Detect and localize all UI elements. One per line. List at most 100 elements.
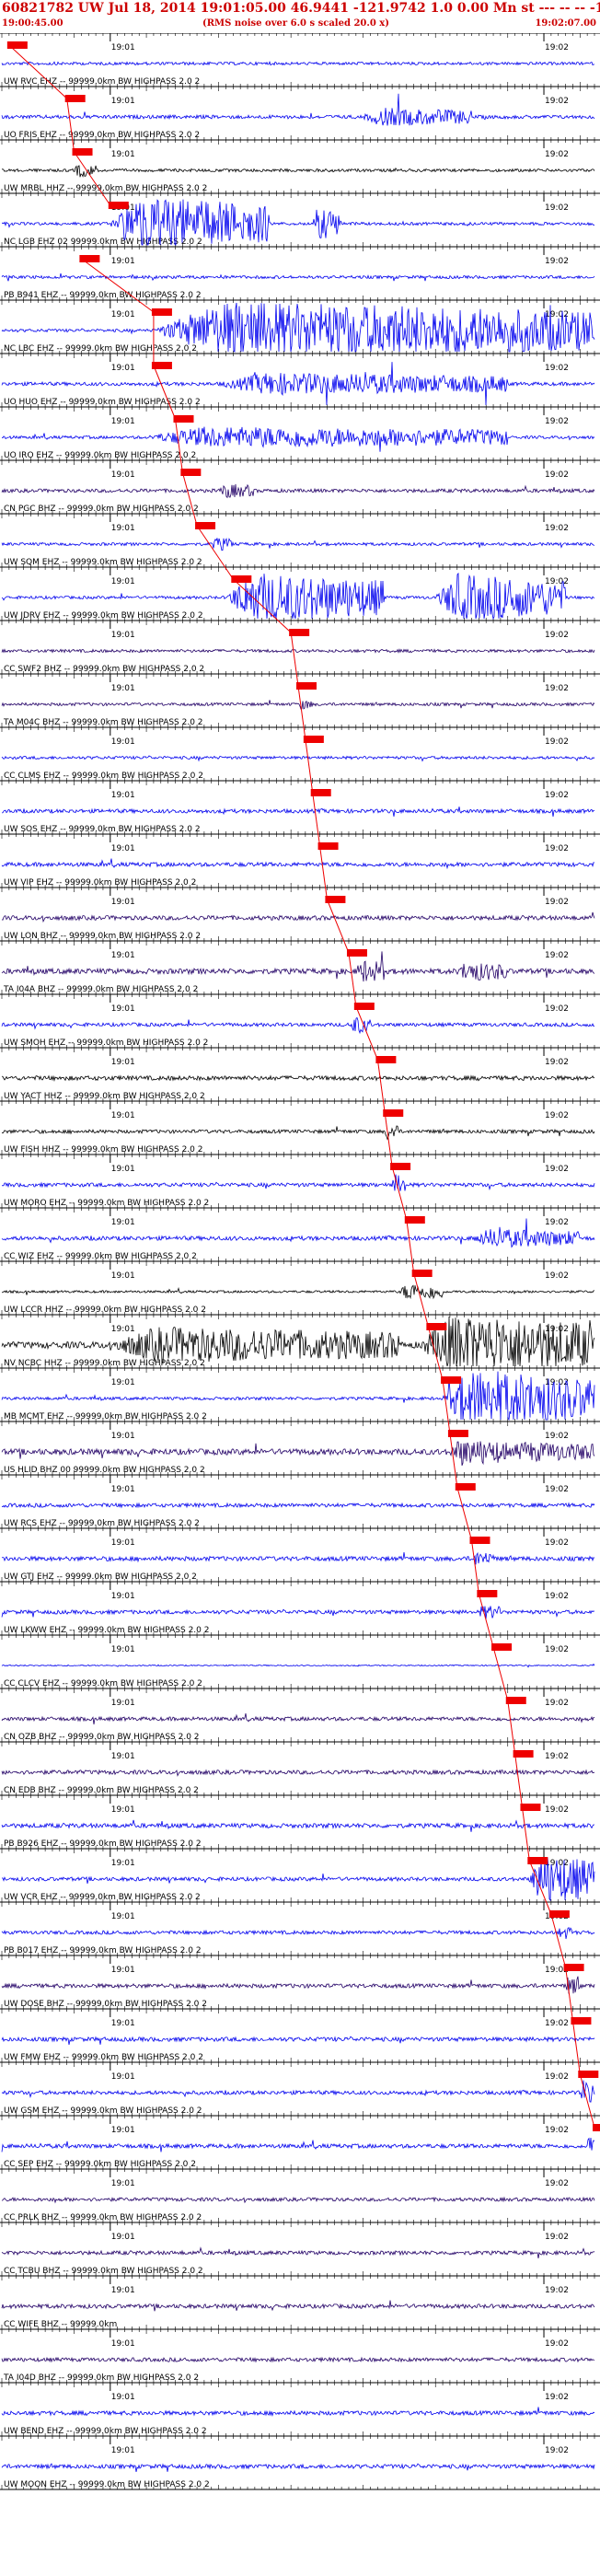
minute-tick-label: 19:02 — [545, 1485, 569, 1494]
trace-label: UW RVC EHZ -- 99999.0km BW HIGHPASS 2.0 … — [4, 77, 200, 87]
minute-tick-label: 19:01 — [111, 1111, 135, 1120]
waveform — [1, 60, 595, 66]
minute-tick-label: 19:01 — [111, 898, 135, 907]
pick-marker — [375, 1056, 397, 1063]
minute-tick-label: 19:02 — [545, 1432, 569, 1441]
minute-tick-label: 19:02 — [545, 470, 569, 480]
pick-marker — [411, 1270, 433, 1277]
trace-label: UW SQM EHZ -- 99999.0km BW HIGHPASS 2.0 … — [4, 558, 202, 567]
minute-tick-label: 19:02 — [545, 524, 569, 533]
pick-marker — [296, 682, 317, 690]
trace-label: CC SWF2 BHZ -- 99999.0km BW HIGHPASS 2.0… — [4, 665, 204, 674]
trace-label: UW LCCR HHZ -- 99999.0km BW HIGHPASS 2.0… — [4, 1305, 206, 1315]
pick-marker — [64, 95, 86, 102]
pick-marker — [317, 842, 339, 850]
minute-tick-label: 19:01 — [111, 684, 135, 693]
minute-tick-label: 19:01 — [111, 1325, 135, 1334]
minute-tick-label: 19:01 — [111, 150, 135, 159]
minute-tick-label: 19:02 — [545, 951, 569, 960]
pick-marker — [426, 1323, 447, 1330]
waveform — [1, 1284, 595, 1300]
waveform — [1, 911, 595, 923]
minute-tick-label: 19:02 — [545, 684, 569, 693]
pick-marker — [173, 415, 194, 423]
minute-tick-label: 19:02 — [545, 97, 569, 106]
minute-tick-label: 19:02 — [545, 1165, 569, 1174]
minute-tick-label: 19:02 — [545, 1218, 569, 1227]
pick-marker — [383, 1109, 404, 1117]
minute-tick-label: 19:02 — [545, 1004, 569, 1014]
trace-label: PB B941 EHZ -- 99999.0km BW HIGHPASS 2.0… — [4, 291, 202, 300]
waveform — [1, 648, 595, 654]
waveform — [1, 538, 595, 551]
waveform — [1, 1174, 595, 1191]
minute-tick-label: 19:02 — [545, 898, 569, 907]
trace-label: UO IRO EHZ -- 99999.0km BW HIGHPASS 2.0 … — [4, 451, 196, 460]
waveform — [1, 483, 595, 499]
minute-tick-label: 19:02 — [545, 737, 569, 747]
trace-label: UW SMOH EHZ -- 99999.0km BW HIGHPASS 2.0… — [4, 1039, 208, 1048]
minute-tick-label: 19:02 — [545, 1111, 569, 1120]
seismogram-plot: 19:01 19:02 UW RVC EHZ -- 99999.0km BW HIG… — [0, 33, 600, 2490]
trace-label: UW MORO EHZ -- 99999.0km BW HIGHPASS 2.0… — [4, 1199, 209, 1208]
minute-tick-label: 19:01 — [111, 844, 135, 853]
trace-label: US HLID BHZ 00 99999.0km BW HIGHPASS 2.0… — [4, 1466, 205, 1475]
minute-tick-label: 19:01 — [111, 524, 135, 533]
noise-note: (RMS noise over 6.0 s scaled 20.0 x) — [202, 18, 389, 29]
trace-label: UW RCS EHZ -- 99999.0km BW HIGHPASS 2.0 … — [4, 1519, 200, 1528]
pick-marker — [108, 202, 129, 209]
minute-tick-label: 19:01 — [111, 1004, 135, 1014]
minute-tick-label: 19:02 — [545, 203, 569, 213]
minute-tick-label: 19:01 — [111, 1378, 135, 1387]
pick-marker — [231, 575, 252, 583]
minute-tick-label: 19:01 — [111, 577, 135, 586]
minute-tick-label: 19:01 — [111, 1432, 135, 1441]
minute-tick-label: 19:01 — [111, 1218, 135, 1227]
trace-label: NV NCBC HHZ -- 99999.0km BW HIGHPASS 2.0… — [4, 1359, 205, 1368]
minute-tick-label: 19:01 — [111, 1058, 135, 1067]
trace-label: UW SOS EHZ -- 99999.0km BW HIGHPASS 2.0 … — [4, 825, 201, 834]
minute-tick-label: 19:01 — [111, 470, 135, 480]
pick-marker — [6, 41, 28, 49]
minute-tick-label: 19:01 — [111, 791, 135, 800]
pick-marker — [180, 469, 202, 476]
plot-header: 60821782 UW Jul 18, 2014 19:01:05.00 46.… — [0, 0, 600, 33]
minute-tick-label: 19:02 — [545, 1271, 569, 1281]
waveform — [1, 426, 595, 452]
pick-marker — [447, 1430, 468, 1437]
minute-tick-label: 19:02 — [545, 257, 569, 266]
minute-tick-label: 19:02 — [545, 577, 569, 586]
trace-label: UW VIP EHZ -- 99999.0km BW HIGHPASS 2.0 … — [4, 878, 196, 888]
trace-label: NC LGB EHZ 02 99999.0km BW HIGHPASS 2.0 … — [4, 238, 202, 247]
trace-label: NC LBC EHZ -- 99999.0km BW HIGHPASS 2.0 … — [4, 344, 197, 354]
minute-tick-label: 19:02 — [545, 364, 569, 373]
trace-label: UW FISH HHZ -- 99999.0km BW HIGHPASS 2.0… — [4, 1145, 202, 1155]
minute-tick-label: 19:01 — [111, 257, 135, 266]
waveform — [1, 1125, 595, 1141]
minute-tick-label: 19:02 — [545, 791, 569, 800]
minute-tick-label: 19:01 — [111, 43, 135, 52]
waveform — [1, 700, 595, 710]
waveform — [1, 1218, 595, 1248]
minute-tick-label: 19:01 — [111, 417, 135, 426]
trace-label: CC WIZ EHZ -- 99999.0km BW HIGHPASS 2.0 … — [4, 1252, 197, 1261]
trace-label: UW MRBL HHZ -- 99999.0km BW HIGHPASS 2.0… — [4, 184, 207, 193]
end-time-label: 19:02:07.00 — [535, 18, 596, 29]
minute-tick-label: 19:02 — [545, 631, 569, 640]
pick-marker — [303, 736, 324, 743]
minute-tick-label: 19:02 — [545, 310, 569, 319]
waveform — [1, 1016, 595, 1035]
trace-label: TA M04C BHZ -- 99999.0km BW HIGHPASS 2.0… — [3, 718, 203, 727]
waveform — [1, 93, 595, 126]
minute-tick-label: 19:02 — [545, 43, 569, 52]
pick-marker — [79, 255, 100, 262]
minute-tick-label: 19:02 — [545, 417, 569, 426]
trace-label: CC CLMS EHZ -- 99999.0km BW HIGHPASS 2.0… — [4, 772, 203, 781]
trace-label: TA I04A BHZ -- 99999.0km BW HIGHPASS 2.0… — [3, 985, 198, 994]
waveform — [1, 1502, 595, 1509]
minute-tick-label: 19:01 — [111, 1485, 135, 1494]
pick-marker — [404, 1216, 425, 1224]
waveform — [1, 858, 595, 870]
minute-tick-label: 19:01 — [111, 1165, 135, 1174]
pick-marker — [390, 1163, 411, 1170]
